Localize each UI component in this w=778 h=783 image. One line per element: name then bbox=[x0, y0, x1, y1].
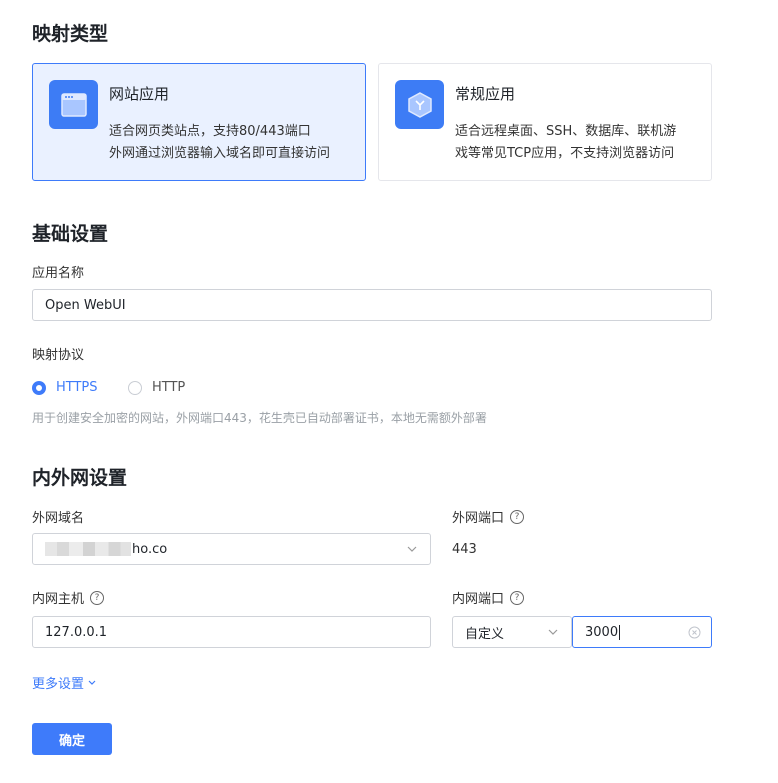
app-name-input[interactable]: Open WebUI bbox=[32, 289, 712, 321]
card-desc-line: 适合网页类站点，支持80/443端口 bbox=[109, 124, 311, 139]
card-title: 常规应用 bbox=[455, 85, 516, 103]
more-settings-text: 更多设置 bbox=[32, 677, 85, 692]
browser-window-icon bbox=[49, 80, 98, 129]
card-desc-line: 戏等常见TCP应用，不支持浏览器访问 bbox=[455, 146, 675, 161]
card-desc-line: 外网通过浏览器输入域名即可直接访问 bbox=[109, 146, 331, 161]
chevron-down-icon bbox=[548, 629, 558, 635]
more-settings-link[interactable]: 更多设置 bbox=[32, 673, 97, 692]
radio-http[interactable]: HTTP bbox=[128, 380, 185, 395]
ext-port-label: 外网端口 ? bbox=[452, 507, 525, 526]
cube-icon bbox=[395, 80, 444, 129]
card-description: 适合网页类站点，支持80/443端口 外网通过浏览器输入域名即可直接访问 bbox=[109, 121, 359, 165]
domain-label: 外网域名 bbox=[32, 507, 84, 526]
confirm-button[interactable]: 确定 bbox=[32, 723, 112, 755]
chevron-down-icon bbox=[88, 680, 96, 685]
basic-settings-title: 基础设置 bbox=[32, 223, 109, 245]
int-port-label-text: 内网端口 bbox=[452, 592, 505, 607]
int-port-input[interactable]: 3000 bbox=[572, 616, 712, 648]
card-description: 适合远程桌面、SSH、数据库、联机游 戏等常见TCP应用，不支持浏览器访问 bbox=[455, 121, 705, 165]
protocol-label: 映射协议 bbox=[32, 348, 85, 363]
int-port-mode-value: 自定义 bbox=[465, 626, 505, 642]
chevron-down-icon bbox=[407, 546, 417, 552]
help-icon[interactable]: ? bbox=[90, 590, 105, 605]
radio-label: HTTPS bbox=[56, 380, 98, 395]
int-port-value: 3000 bbox=[585, 624, 619, 640]
ext-port-label-text: 外网端口 bbox=[452, 511, 505, 526]
ext-port-value: 443 bbox=[452, 542, 477, 557]
card-general-app[interactable]: 常规应用 适合远程桌面、SSH、数据库、联机游 戏等常见TCP应用，不支持浏览器… bbox=[378, 63, 712, 181]
network-settings-title: 内外网设置 bbox=[32, 467, 128, 489]
int-host-label-text: 内网主机 bbox=[32, 592, 85, 607]
text-cursor bbox=[619, 624, 621, 640]
redacted-domain-prefix bbox=[45, 542, 131, 556]
domain-select[interactable]: ho.co bbox=[32, 533, 431, 565]
int-port-label: 内网端口 ? bbox=[452, 588, 525, 607]
card-title: 网站应用 bbox=[109, 85, 170, 103]
app-name-value: Open WebUI bbox=[45, 297, 126, 313]
card-website-app[interactable]: 网站应用 适合网页类站点，支持80/443端口 外网通过浏览器输入域名即可直接访… bbox=[32, 63, 366, 181]
protocol-hint: 用于创建安全加密的网站，外网端口443，花生壳已自动部署证书，本地无需额外部署 bbox=[32, 411, 487, 425]
int-host-label: 内网主机 ? bbox=[32, 588, 105, 607]
int-port-mode-select[interactable]: 自定义 bbox=[452, 616, 572, 648]
radio-checked-icon bbox=[32, 380, 46, 395]
domain-label-text: 外网域名 bbox=[32, 511, 85, 526]
radio-https[interactable]: HTTPS bbox=[32, 380, 98, 395]
int-host-input[interactable]: 127.0.0.1 bbox=[32, 616, 431, 648]
radio-label: HTTP bbox=[152, 380, 186, 395]
card-desc-line: 适合远程桌面、SSH、数据库、联机游 bbox=[455, 124, 677, 139]
app-name-label: 应用名称 bbox=[32, 266, 85, 281]
help-icon[interactable]: ? bbox=[510, 509, 525, 524]
domain-value: ho.co bbox=[132, 541, 168, 557]
clear-icon[interactable] bbox=[688, 626, 701, 639]
int-host-value: 127.0.0.1 bbox=[45, 624, 108, 640]
mapping-type-title: 映射类型 bbox=[32, 23, 109, 45]
help-icon[interactable]: ? bbox=[510, 590, 525, 605]
radio-unchecked-icon bbox=[128, 380, 142, 395]
